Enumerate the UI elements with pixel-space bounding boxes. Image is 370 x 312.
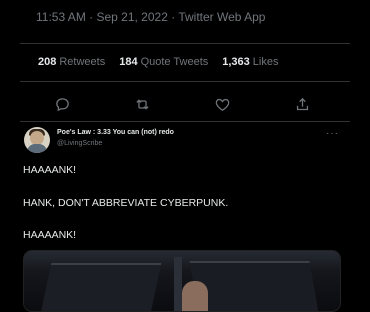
media-window (189, 261, 319, 311)
reply-icon (55, 97, 69, 111)
likes-stat[interactable]: 1,363 Likes (222, 56, 278, 68)
divider (20, 81, 350, 82)
tweet-stats: 208 Retweets 184 Quote Tweets 1,363 Likes (38, 56, 278, 68)
avatar-face (30, 131, 44, 145)
tweet-detail: 11:53 AM · Sep 21, 2022 · Twitter Web Ap… (0, 0, 370, 312)
tweet-actions (52, 94, 312, 114)
reply-button[interactable] (52, 94, 72, 114)
quote-tweets-label: Quote Tweets (140, 56, 209, 68)
quote-media-image[interactable] (23, 250, 341, 312)
tweet-timestamp[interactable]: 11:53 AM · Sep 21, 2022 · Twitter Web Ap… (36, 10, 265, 24)
share-icon (296, 97, 308, 110)
quote-text-line: HAAAANK! (23, 164, 77, 176)
retweets-label: Retweets (59, 56, 106, 68)
divider (20, 43, 350, 44)
more-options-icon[interactable]: ··· (326, 128, 339, 139)
media-hand (182, 281, 208, 311)
like-icon (215, 98, 229, 111)
like-button[interactable] (212, 94, 232, 114)
quote-tweets-count: 184 (119, 56, 138, 68)
retweet-icon (135, 98, 149, 110)
likes-label: Likes (252, 56, 279, 68)
retweets-count: 208 (38, 56, 57, 68)
retweet-button[interactable] (132, 94, 152, 114)
share-button[interactable] (292, 94, 312, 114)
avatar[interactable] (24, 127, 50, 153)
media-car-interior (24, 251, 340, 311)
divider (20, 121, 350, 122)
quote-author-handle[interactable]: @LivingScribe (57, 140, 102, 147)
quote-text-line: HANK, DON'T ABBREVIATE CYBERPUNK. (23, 197, 229, 209)
quote-author-name[interactable]: Poe's Law : 3.33 You can (not) redo (57, 129, 174, 136)
quote-text-line: HAAAANK! (23, 229, 77, 241)
avatar-shirt (27, 144, 47, 153)
media-door-frame (174, 257, 182, 311)
quote-tweets-stat[interactable]: 184 Quote Tweets (119, 56, 208, 68)
retweets-stat[interactable]: 208 Retweets (38, 56, 105, 68)
likes-count: 1,363 (222, 56, 250, 68)
